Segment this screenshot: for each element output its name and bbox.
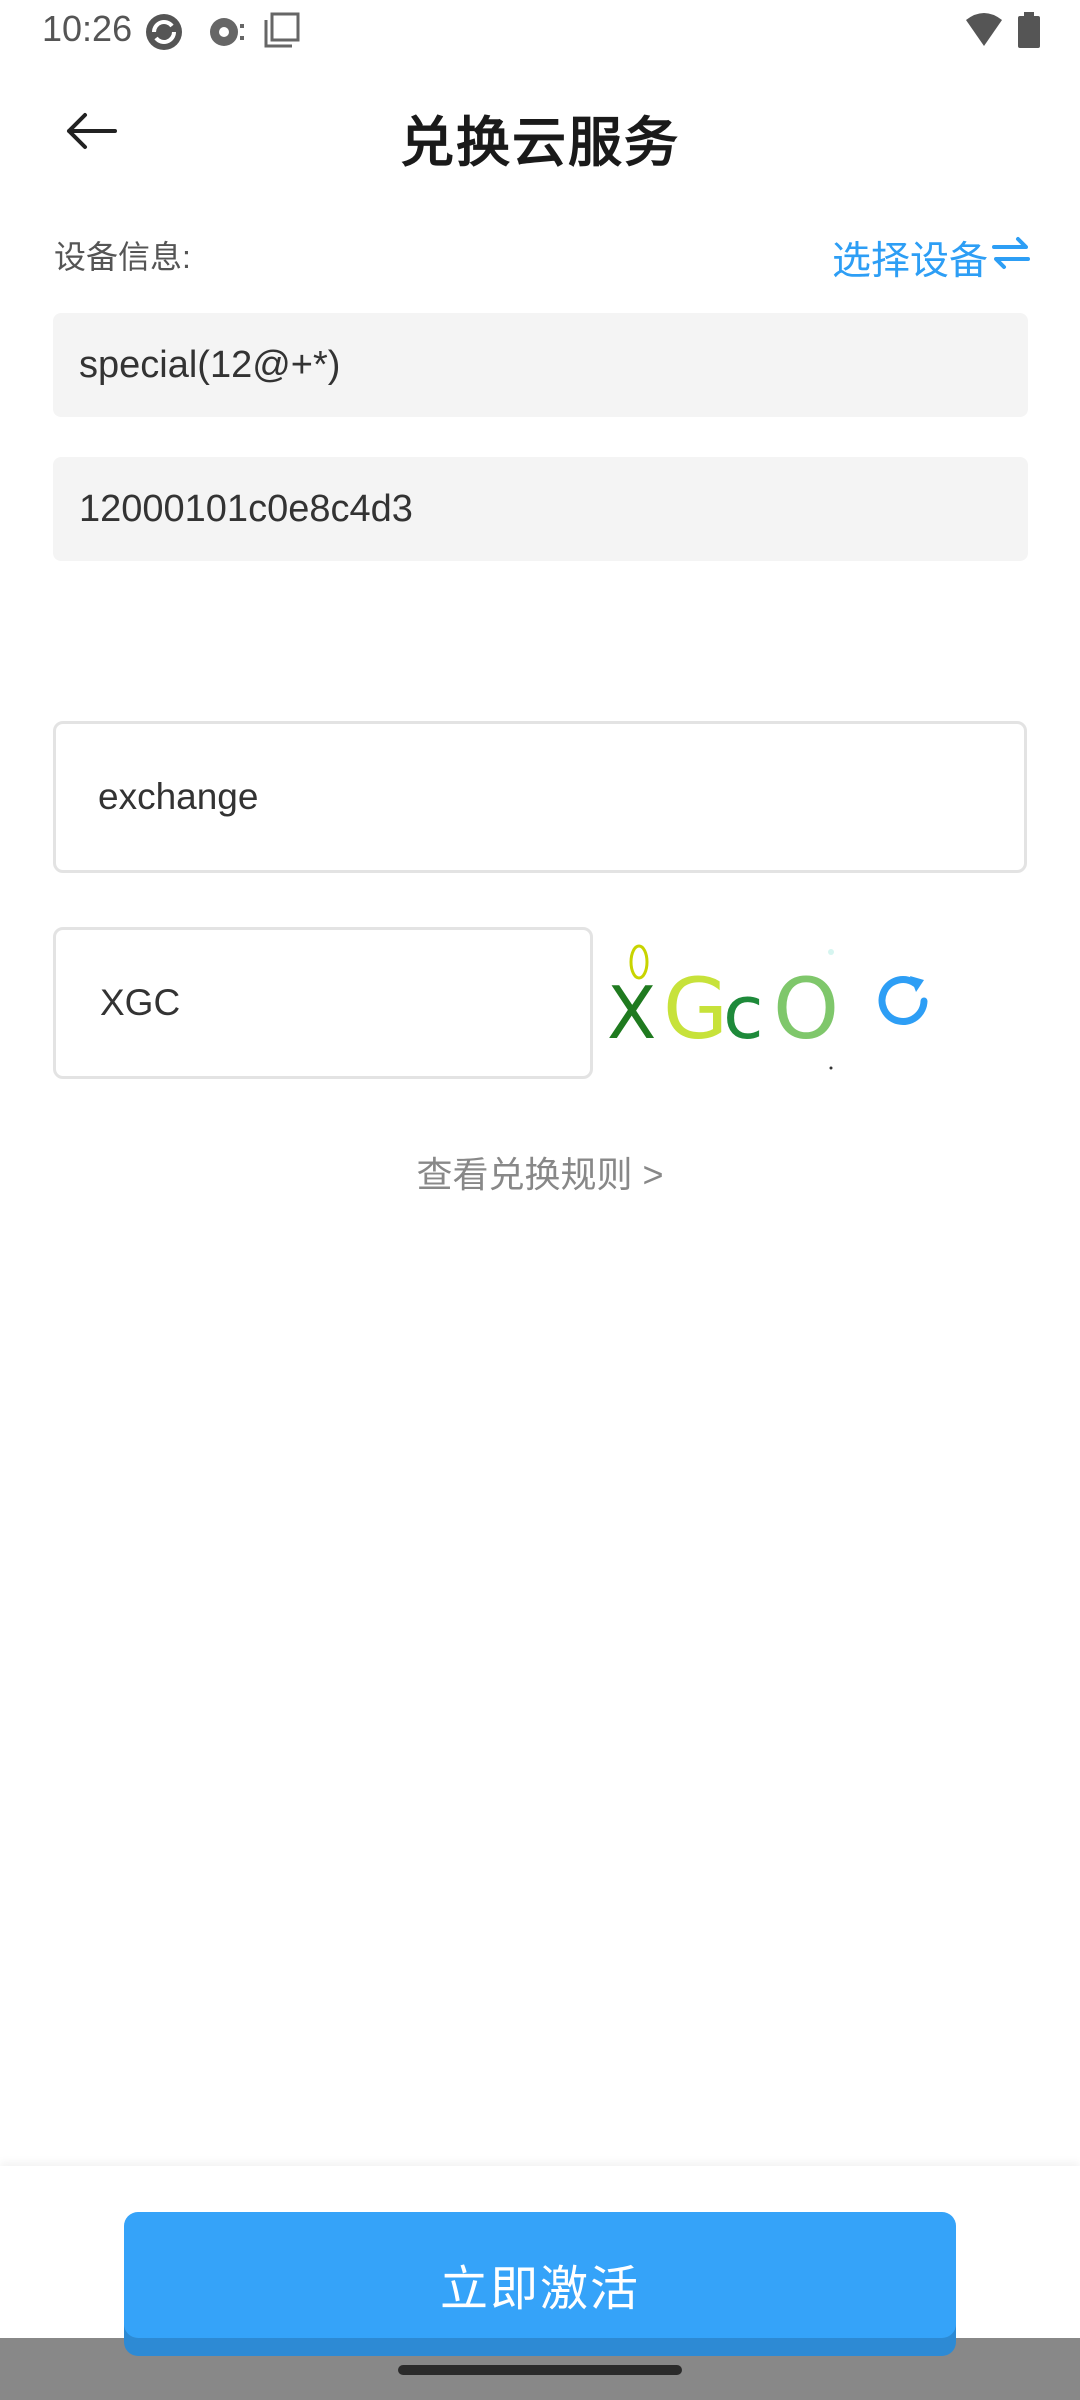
- svg-text:c: c: [723, 970, 764, 1056]
- swap-arrows-icon: [992, 236, 1030, 280]
- device-name-field: special(12@+*): [53, 313, 1028, 417]
- wifi-icon: [964, 12, 1004, 53]
- refresh-icon: [872, 970, 934, 1037]
- screenshot-icon: [264, 12, 300, 53]
- exchange-rules-link[interactable]: 查看兑换规则 >: [0, 1146, 1080, 1198]
- status-bar: 10:26: [0, 0, 1080, 62]
- activate-now-button[interactable]: 立即激活: [124, 2212, 956, 2356]
- home-indicator[interactable]: [398, 2365, 682, 2375]
- page-title: 兑换云服务: [400, 113, 680, 173]
- device-id-field: 12000101c0e8c4d3: [53, 457, 1028, 561]
- captcha-input[interactable]: XGC: [53, 927, 593, 1079]
- select-device-button[interactable]: 选择设备: [832, 230, 1030, 286]
- status-time: 10:26: [42, 8, 133, 49]
- svg-text:X: X: [607, 971, 656, 1055]
- device-info-label: 设备信息:: [54, 239, 191, 275]
- svg-text:O: O: [773, 960, 839, 1058]
- select-device-label: 选择设备: [831, 240, 988, 283]
- exchange-code-input[interactable]: exchange: [53, 721, 1027, 873]
- battery-icon: [1018, 12, 1040, 53]
- sync-icon: [144, 12, 184, 57]
- svg-text:G: G: [663, 960, 728, 1058]
- refresh-captcha-button[interactable]: [868, 968, 938, 1038]
- header: 兑换云服务: [0, 70, 1080, 190]
- media-icon: [206, 12, 246, 57]
- captcha-image[interactable]: X G c O: [605, 940, 845, 1070]
